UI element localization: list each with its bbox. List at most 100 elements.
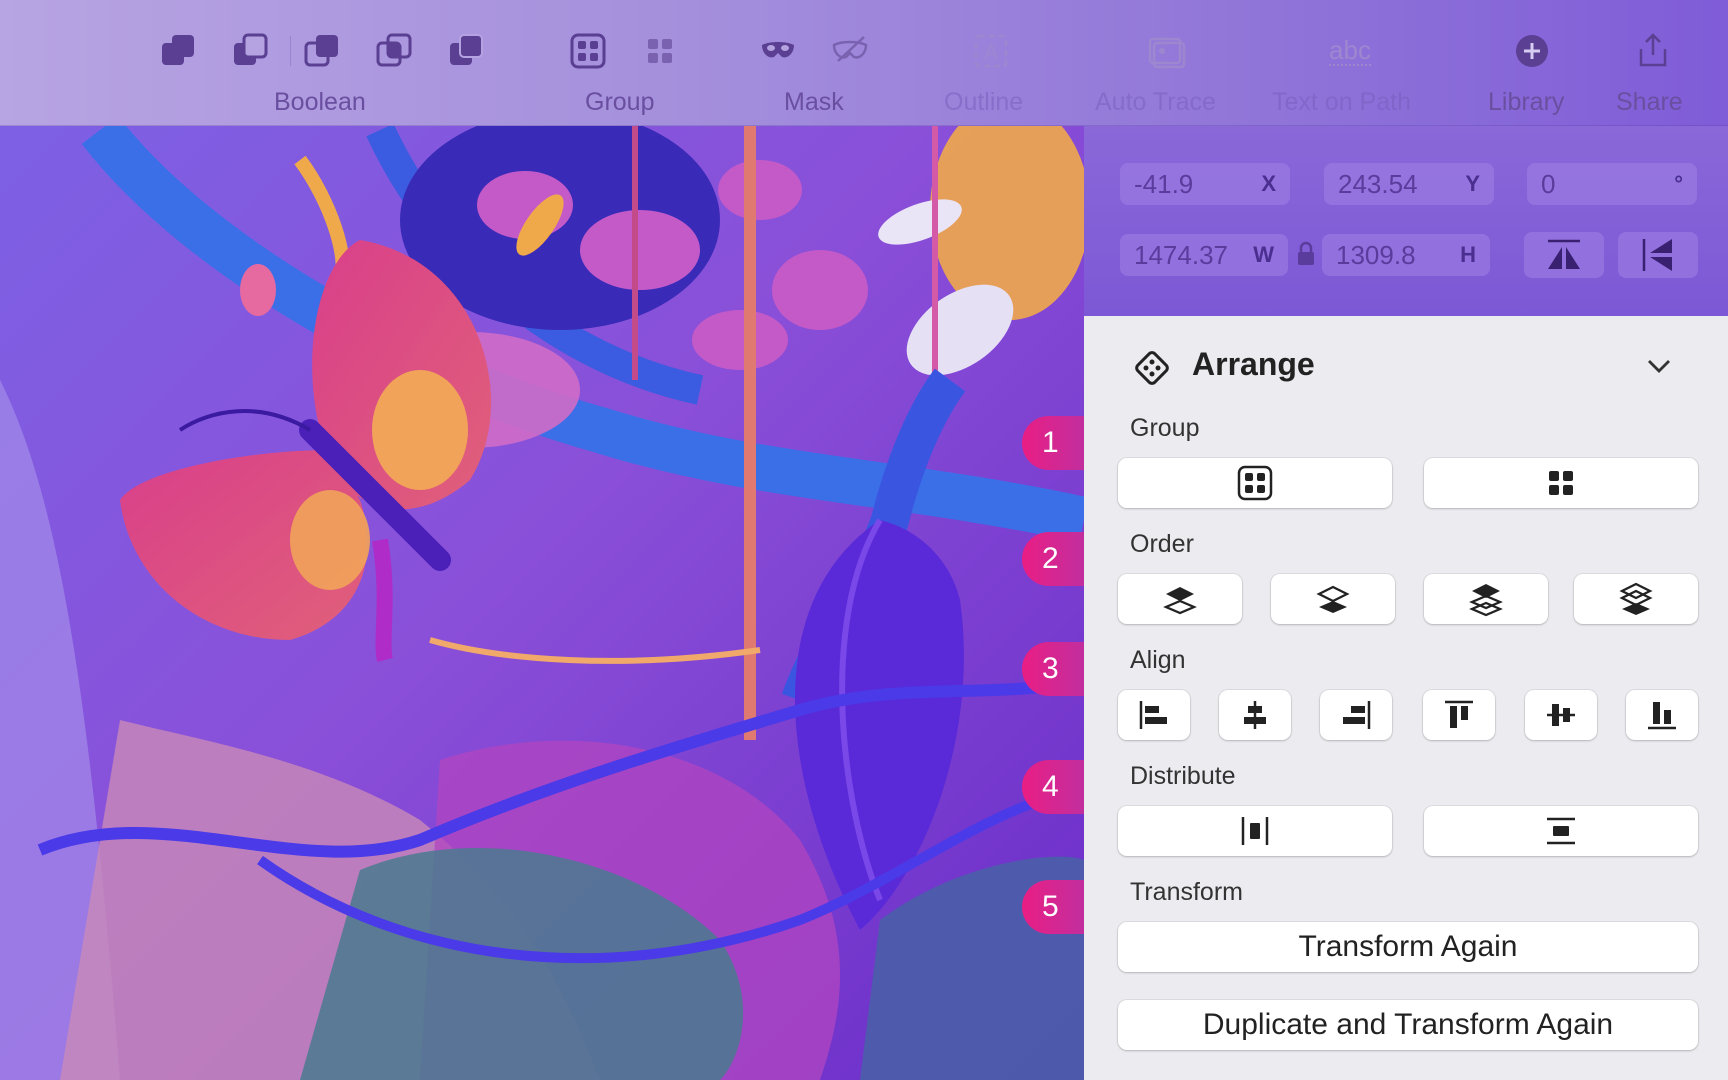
- order-section-label: Order: [1130, 530, 1194, 558]
- boolean-intersect-icon: [304, 35, 338, 67]
- align-left-icon: [1139, 701, 1167, 729]
- x-unit-label: X: [1261, 171, 1276, 196]
- align-bottom-icon: [1648, 702, 1676, 730]
- boolean-combine-icon: [450, 34, 483, 65]
- send-backward-button[interactable]: [1574, 574, 1698, 624]
- subtract-button[interactable]: [214, 28, 286, 74]
- send-to-back-button[interactable]: [1271, 574, 1395, 624]
- toolbar-ungroup-button[interactable]: [624, 28, 696, 74]
- transform-section-label: Transform: [1130, 878, 1243, 906]
- h-unit-label: H: [1460, 242, 1476, 267]
- text-on-path-icon: abc: [1329, 35, 1371, 66]
- group-icon: [570, 33, 606, 69]
- callout-badge-3: 3: [1022, 642, 1084, 696]
- flip-vertical-button[interactable]: [1618, 232, 1698, 278]
- height-value: 1309.8: [1336, 239, 1416, 270]
- rotation-value: 0: [1541, 168, 1556, 199]
- align-center-horizontal-button[interactable]: [1219, 690, 1291, 740]
- group-section-label: Group: [1130, 414, 1200, 442]
- outline-button[interactable]: A: [955, 28, 1027, 74]
- union-button[interactable]: [142, 28, 214, 74]
- bring-forward-button[interactable]: [1424, 574, 1548, 624]
- align-right-icon: [1343, 701, 1371, 729]
- group-button[interactable]: [1118, 458, 1392, 508]
- auto-trace-label: Auto Trace: [1095, 88, 1216, 116]
- bring-to-front-button[interactable]: [1118, 574, 1242, 624]
- callout-badge-1: 1: [1022, 416, 1084, 470]
- lock-icon[interactable]: [1296, 241, 1316, 267]
- send-backward-icon: [1619, 582, 1653, 615]
- mask-icon: [762, 42, 794, 58]
- artwork-illustration: [0, 0, 1084, 1080]
- callout-badge-4: 4: [1022, 760, 1084, 814]
- intersect-button[interactable]: [286, 28, 358, 74]
- distribute-horizontal-button[interactable]: [1118, 806, 1392, 856]
- boolean-label: Boolean: [274, 88, 366, 116]
- share-label: Share: [1616, 88, 1683, 116]
- ungroup-icon: [648, 39, 672, 63]
- degree-unit-label: °: [1674, 171, 1683, 196]
- width-field[interactable]: 1474.37 W: [1120, 234, 1288, 276]
- boolean-difference-icon: [376, 33, 412, 67]
- width-value: 1474.37: [1134, 239, 1228, 270]
- flip-horizontal-button[interactable]: [1524, 232, 1604, 278]
- toolbar-group-button[interactable]: [552, 28, 624, 74]
- svg-text:A: A: [984, 42, 998, 64]
- arrange-title: Arrange: [1192, 346, 1315, 382]
- align-top-icon: [1445, 700, 1473, 728]
- main-toolbar: Boolean Group Mask A Outline Auto Trace: [0, 0, 1728, 126]
- bring-to-front-icon: [1163, 587, 1197, 615]
- align-left-button[interactable]: [1118, 690, 1190, 740]
- align-section-label: Align: [1130, 646, 1186, 674]
- y-position-field[interactable]: 243.54 Y: [1324, 163, 1494, 205]
- outline-icon: A: [974, 34, 1008, 68]
- align-top-button[interactable]: [1423, 690, 1495, 740]
- duplicate-and-transform-again-label: Duplicate and Transform Again: [1202, 1008, 1614, 1041]
- transform-again-button[interactable]: Transform Again: [1118, 922, 1698, 972]
- distribute-vertical-button[interactable]: [1424, 806, 1698, 856]
- callout-badge-2: 2: [1022, 532, 1084, 586]
- height-field[interactable]: 1309.8 H: [1322, 234, 1490, 276]
- bring-forward-icon: [1469, 584, 1503, 617]
- callout-badge-5: 5: [1022, 880, 1084, 934]
- share-icon: [1639, 33, 1667, 67]
- send-to-back-icon: [1316, 585, 1350, 613]
- group-icon: [1237, 465, 1273, 501]
- align-center-vertical-button[interactable]: [1525, 690, 1597, 740]
- x-position-field[interactable]: -41.9 X: [1120, 163, 1290, 205]
- ungroup-button[interactable]: [1424, 458, 1698, 508]
- auto-trace-button[interactable]: [1130, 28, 1202, 74]
- arrange-header[interactable]: Arrange: [1084, 316, 1728, 412]
- image-trace-icon: [1148, 37, 1186, 69]
- library-label: Library: [1488, 88, 1565, 116]
- distribute-section-label: Distribute: [1130, 762, 1236, 790]
- mask-button[interactable]: [742, 28, 814, 74]
- text-on-path-button[interactable]: abc: [1314, 28, 1386, 74]
- y-unit-label: Y: [1465, 171, 1480, 196]
- design-canvas[interactable]: [0, 0, 1084, 1080]
- share-button[interactable]: [1617, 28, 1689, 74]
- ungroup-icon: [1549, 471, 1573, 495]
- duplicate-and-transform-again-button[interactable]: Duplicate and Transform Again: [1118, 1000, 1698, 1050]
- flip-horizontal-icon: [1548, 239, 1580, 269]
- chevron-down-icon[interactable]: [1646, 356, 1672, 376]
- combine-button[interactable]: [430, 28, 502, 74]
- group-label: Group: [585, 88, 655, 116]
- unmask-button[interactable]: [814, 28, 886, 74]
- flip-vertical-icon: [1642, 239, 1672, 271]
- align-center-horizontal-icon: [1244, 701, 1266, 729]
- arrange-diamond-icon: [1135, 351, 1169, 385]
- outline-label: Outline: [944, 88, 1024, 116]
- boolean-subtract-icon: [234, 33, 268, 65]
- rotation-field[interactable]: 0 °: [1527, 163, 1697, 205]
- align-bottom-button[interactable]: [1626, 690, 1698, 740]
- library-button[interactable]: [1496, 28, 1568, 74]
- unmask-icon: [832, 36, 868, 62]
- difference-button[interactable]: [358, 28, 430, 74]
- y-value: 243.54: [1338, 168, 1418, 199]
- align-right-button[interactable]: [1320, 690, 1392, 740]
- w-unit-label: W: [1253, 242, 1274, 267]
- text-on-path-label: Text on Path: [1272, 88, 1411, 116]
- transform-again-label: Transform Again: [1298, 930, 1518, 963]
- boolean-union-icon: [162, 35, 194, 65]
